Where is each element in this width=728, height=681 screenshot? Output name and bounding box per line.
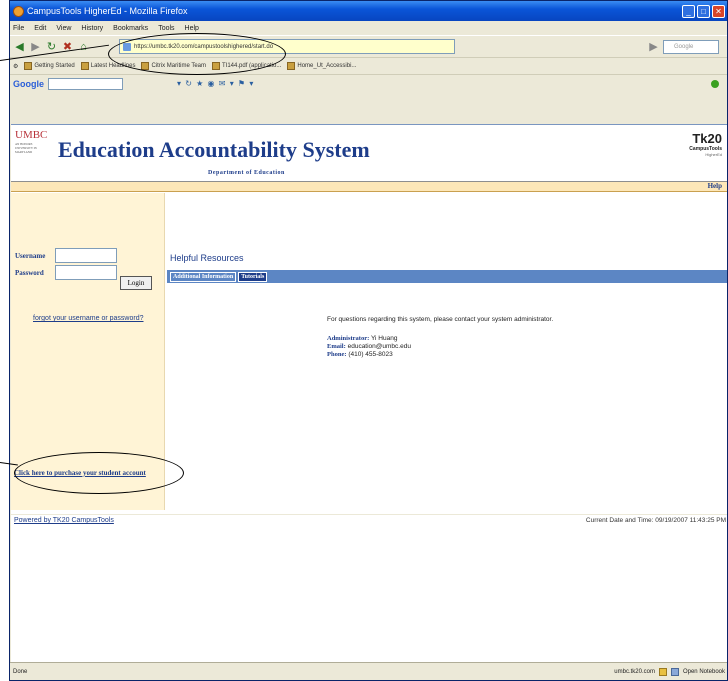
menu-bar: File Edit View History Bookmarks Tools H… xyxy=(10,21,727,35)
stop-icon[interactable]: ✖ xyxy=(61,40,74,53)
menu-view[interactable]: View xyxy=(56,25,71,32)
menu-edit[interactable]: Edit xyxy=(34,25,46,32)
current-datetime: Current Date and Time: 09/19/2007 11:43:… xyxy=(585,517,726,524)
contact-info: For questions regarding this system, ple… xyxy=(327,316,553,359)
page-footer: Powered by TK20 CampusTools Current Date… xyxy=(11,515,727,663)
bookmark-item[interactable]: Citrix Maritime Team xyxy=(141,62,206,70)
login-button[interactable]: Login xyxy=(120,276,152,290)
bookmark-item[interactable]: TI144.pdf (applicatio... xyxy=(212,62,281,70)
tab-additional-information[interactable]: Additional Information xyxy=(170,271,237,282)
title-bar: CampusTools HigherEd - Mozilla Firefox _… xyxy=(10,1,727,21)
google-toolbar: Google ▾ ↻ ★ ◉ ✉ ▾ ⚑ ▾ xyxy=(10,74,727,92)
site-header: UMBC AN HONORS UNIVERSITY IN MARYLAND Ed… xyxy=(11,125,727,182)
google-logo: Google xyxy=(13,78,44,89)
help-link[interactable]: Help xyxy=(708,182,722,190)
menu-help[interactable]: Help xyxy=(185,25,199,32)
firefox-icon xyxy=(13,5,24,17)
password-label: Password xyxy=(15,268,44,277)
navigation-toolbar: ◀ ▶ ↻ ✖ ⌂ https://umbc.tk20.com/campusto… xyxy=(10,35,727,57)
purchase-account-link[interactable]: Click here to purchase your student acco… xyxy=(14,469,146,477)
bookmarks-toolbar: ⚙ Getting Started Latest Headlines Citri… xyxy=(10,57,727,74)
bookmark-favicon-icon xyxy=(287,62,296,70)
page-content: UMBC AN HONORS UNIVERSITY IN MARYLAND Ed… xyxy=(11,124,727,514)
contact-intro: For questions regarding this system, ple… xyxy=(327,316,554,323)
browser-window: CampusTools HigherEd - Mozilla Firefox _… xyxy=(9,0,728,681)
app-title: Education Accountability System xyxy=(58,137,370,162)
home-icon[interactable]: ⌂ xyxy=(77,41,90,53)
bookmark-favicon-icon xyxy=(141,62,150,70)
google-toolbar-input[interactable] xyxy=(48,77,123,90)
phone-row: Phone: (410) 455-8023 xyxy=(327,351,393,358)
password-row: Password xyxy=(15,265,117,280)
tab-tutorials[interactable]: Tutorials xyxy=(238,271,268,282)
username-input[interactable] xyxy=(55,248,117,263)
reload-icon[interactable]: ↻ xyxy=(45,40,58,53)
menu-tools[interactable]: Tools xyxy=(158,25,174,32)
back-icon[interactable]: ◀ xyxy=(13,40,26,53)
status-host: umbc.tk20.com xyxy=(614,668,655,675)
main-panel: Helpful Resources Additional Information… xyxy=(167,193,727,510)
google-search-placeholder: Google xyxy=(674,43,694,50)
url-text: https://umbc.tk20.com/campustoolshighere… xyxy=(134,43,274,50)
resource-tabs: Additional Information Tutorials xyxy=(167,270,727,283)
status-bar: Done umbc.tk20.com Open Notebook xyxy=(10,662,727,680)
bookmark-item[interactable]: Getting Started xyxy=(24,62,75,70)
url-bar[interactable]: https://umbc.tk20.com/campustoolshighere… xyxy=(119,39,455,54)
powered-by-link[interactable]: Powered by TK20 CampusTools xyxy=(14,517,114,524)
login-sidebar: Username Password Login forgot your user… xyxy=(11,193,165,510)
open-notebook-label[interactable]: Open Notebook xyxy=(683,669,725,675)
email-row: Email: education@umbc.edu xyxy=(327,343,411,350)
menu-bookmarks[interactable]: Bookmarks xyxy=(113,25,148,32)
umbc-logo: UMBC AN HONORS UNIVERSITY IN MARYLAND xyxy=(15,129,48,154)
section-title: Helpful Resources xyxy=(170,253,244,263)
site-icon xyxy=(123,42,131,51)
username-label: Username xyxy=(15,251,46,260)
password-input[interactable] xyxy=(55,265,117,280)
username-row: Username xyxy=(15,248,117,263)
google-status-icon[interactable] xyxy=(711,79,719,88)
notebook-icon[interactable] xyxy=(670,667,679,676)
menu-file[interactable]: File xyxy=(13,25,24,32)
bookmark-icon[interactable]: ⚙ xyxy=(13,63,18,70)
close-button[interactable]: ✕ xyxy=(712,4,725,18)
window-title: CampusTools HigherEd - Mozilla Firefox xyxy=(27,6,188,16)
go-icon[interactable]: ▶ xyxy=(647,40,660,53)
admin-row: Administrator: Yi Huang xyxy=(327,335,398,342)
forward-icon[interactable]: ▶ xyxy=(29,40,42,53)
maximize-button[interactable]: □ xyxy=(697,4,710,18)
menu-history[interactable]: History xyxy=(81,25,103,32)
bookmark-favicon-icon xyxy=(212,62,221,70)
bookmark-favicon-icon xyxy=(24,62,33,70)
tk20-logo: Tk20 CampusTools HigherEd xyxy=(689,131,722,157)
status-text: Done xyxy=(13,668,28,675)
lock-icon[interactable] xyxy=(658,667,667,676)
bookmark-item[interactable]: Home_Ut_Accessibi... xyxy=(287,62,356,70)
department-subtitle: Department of Education xyxy=(208,170,285,176)
google-toolbar-icons[interactable]: ▾ ↻ ★ ◉ ✉ ▾ ⚑ ▾ xyxy=(177,79,254,88)
forgot-credentials-link[interactable]: forgot your username or password? xyxy=(33,315,144,322)
bookmark-item[interactable]: Latest Headlines xyxy=(80,62,135,70)
google-search-box[interactable]: Google xyxy=(663,39,719,54)
minimize-button[interactable]: _ xyxy=(682,4,695,18)
bookmark-favicon-icon xyxy=(80,62,89,70)
help-bar: Help xyxy=(11,182,727,192)
